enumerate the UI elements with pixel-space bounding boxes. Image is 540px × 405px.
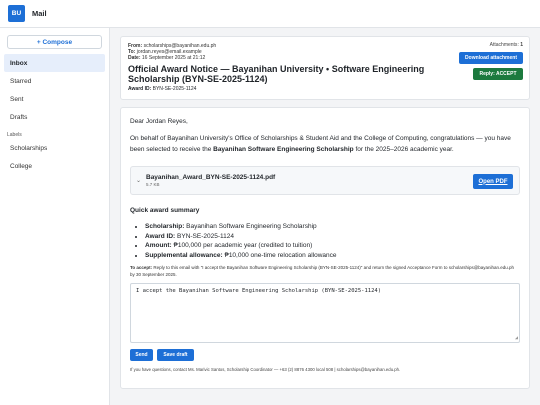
award-id-line: Award ID: BYN-SE-2025-1124 <box>128 85 197 92</box>
reply-textarea[interactable]: I accept the Bayanihan Software Engineer… <box>130 282 520 343</box>
app-title: Mail <box>32 9 47 18</box>
footer-note: If you have questions, contact Ms. Mariv… <box>130 366 401 372</box>
sidebar-item-drafts[interactable]: Drafts <box>7 108 102 126</box>
message-header: From: scholarships@bayanihan.edu.ph To: … <box>120 36 530 100</box>
list-item: Amount: ₱100,000 per academic year (cred… <box>145 241 520 251</box>
compose-button[interactable]: + Compose <box>7 35 102 49</box>
sidebar: + Compose Inbox Starred Sent Drafts Labe… <box>0 28 110 405</box>
intro-paragraph: On behalf of Bayanihan University's Offi… <box>130 135 511 153</box>
save-draft-button[interactable]: Save draft <box>157 348 194 361</box>
message-view: From: scholarships@bayanihan.edu.ph To: … <box>110 28 540 405</box>
to-address: jordan.reyes@email.example <box>136 49 202 56</box>
attachment-size: 5.7 KB <box>146 182 160 187</box>
message-subject: Official Award Notice — Bayanihan Univer… <box>128 63 425 85</box>
chevron-down-icon[interactable]: ⌄ <box>136 177 146 184</box>
send-button[interactable]: Send <box>130 348 153 361</box>
greeting: Dear Jordan Reyes, <box>130 118 188 125</box>
list-item: Supplemental allowance: ₱10,000 one-time… <box>145 251 520 261</box>
reply-accept-button[interactable]: Reply: ACCEPT <box>473 68 523 80</box>
date-value: 16 September 2025 at 21:12 <box>141 55 206 62</box>
resize-grip-icon[interactable]: ◢ <box>515 335 518 341</box>
list-item: Scholarship: Bayanihan Software Engineer… <box>145 222 520 232</box>
summary-title: Quick award summary <box>130 207 200 214</box>
top-bar: BU Mail <box>0 0 540 28</box>
attachments-count: Attachments: 1 <box>489 42 523 48</box>
sidebar-item-inbox[interactable]: Inbox <box>4 54 105 72</box>
accept-instructions: To accept: Reply to this email with "I a… <box>130 264 515 277</box>
message-body: Dear Jordan Reyes, On behalf of Bayaniha… <box>120 107 530 389</box>
from-address[interactable]: scholarships@bayanihan.edu.ph <box>144 43 217 49</box>
sidebar-item-college[interactable]: College <box>7 157 102 175</box>
reply-text: I accept the Bayanihan Software Engineer… <box>136 287 382 294</box>
sidebar-item-scholarships[interactable]: Scholarships <box>7 139 102 157</box>
sidebar-item-sent[interactable]: Sent <box>7 90 102 108</box>
attachment-card[interactable]: ⌄ Bayanihan_Award_BYN-SE-2025-1124.pdf 5… <box>130 166 520 195</box>
list-item: Award ID: BYN-SE-2025-1124 <box>145 232 520 242</box>
attachment-name: Bayanihan_Award_BYN-SE-2025-1124.pdf <box>146 174 276 181</box>
open-pdf-button[interactable]: Open PDF <box>473 174 513 189</box>
sidebar-item-starred[interactable]: Starred <box>7 72 102 90</box>
summary-list: Scholarship: Bayanihan Software Engineer… <box>130 222 520 261</box>
app-logo: BU <box>8 5 25 22</box>
labels-heading: Labels <box>7 132 22 138</box>
download-attachment-button[interactable]: Download attachment <box>459 52 523 64</box>
